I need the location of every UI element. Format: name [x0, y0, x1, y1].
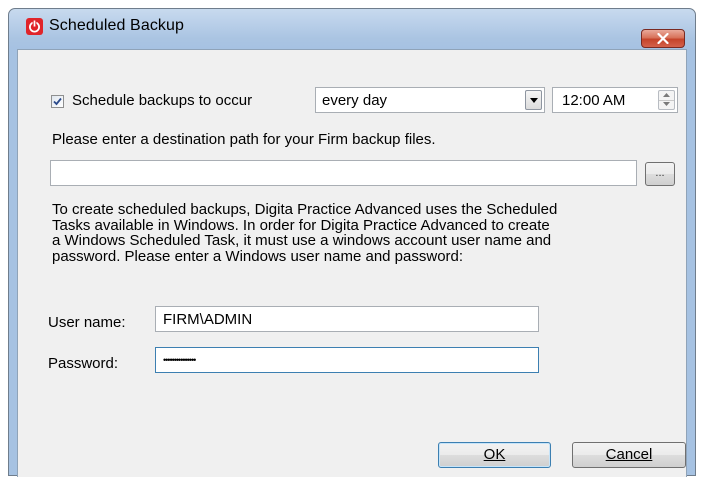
window-title: Scheduled Backup [49, 17, 185, 34]
spin-up-icon [663, 93, 670, 97]
username-input[interactable]: FIRM\ADMIN [155, 306, 539, 332]
scheduled-backup-dialog: Scheduled Backup Schedule backups to occ… [8, 8, 696, 477]
checkmark-icon [53, 97, 62, 106]
time-value: 12:00 AM [562, 92, 626, 109]
scheduled-task-description: To create scheduled backups, Digita Prac… [52, 202, 682, 264]
destination-path-input[interactable] [50, 160, 637, 186]
dialog-body: Schedule backups to occur every day 12:0… [17, 49, 687, 477]
title-bar[interactable]: Scheduled Backup [9, 9, 695, 41]
chevron-down-icon [530, 98, 538, 103]
frequency-select[interactable]: every day [315, 87, 545, 113]
close-button[interactable] [641, 29, 685, 48]
password-input[interactable]: ••••••••••••••• [155, 347, 539, 373]
time-picker[interactable]: 12:00 AM [552, 87, 678, 113]
spin-down-icon [663, 102, 670, 106]
username-value: FIRM\ADMIN [163, 311, 253, 328]
description-line: To create scheduled backups, Digita Prac… [52, 201, 558, 218]
password-value: ••••••••••••••• [163, 355, 196, 365]
frequency-value: every day [322, 92, 388, 109]
ok-button[interactable]: OK [438, 442, 551, 468]
username-label: User name: [48, 314, 126, 331]
cancel-button[interactable]: Cancel [572, 442, 686, 468]
destination-prompt: Please enter a destination path for your… [52, 131, 436, 148]
cancel-button-label: Cancel [605, 446, 653, 463]
frequency-dropdown-button[interactable] [525, 90, 542, 110]
spin-down-button[interactable] [659, 100, 674, 109]
power-icon [26, 18, 43, 35]
browse-button[interactable]: ... [645, 162, 675, 186]
time-spinner[interactable] [658, 90, 675, 110]
ok-button-label: OK [483, 446, 506, 463]
schedule-checkbox[interactable] [51, 95, 64, 108]
schedule-checkbox-label[interactable]: Schedule backups to occur [72, 92, 252, 109]
close-icon [657, 33, 669, 44]
description-line: password. Please enter a Windows user na… [52, 247, 464, 265]
description-line: Tasks available in Windows. In order for… [52, 216, 550, 234]
description-line: a Windows Scheduled Task, it must use a … [52, 232, 552, 249]
password-label: Password: [48, 355, 119, 372]
